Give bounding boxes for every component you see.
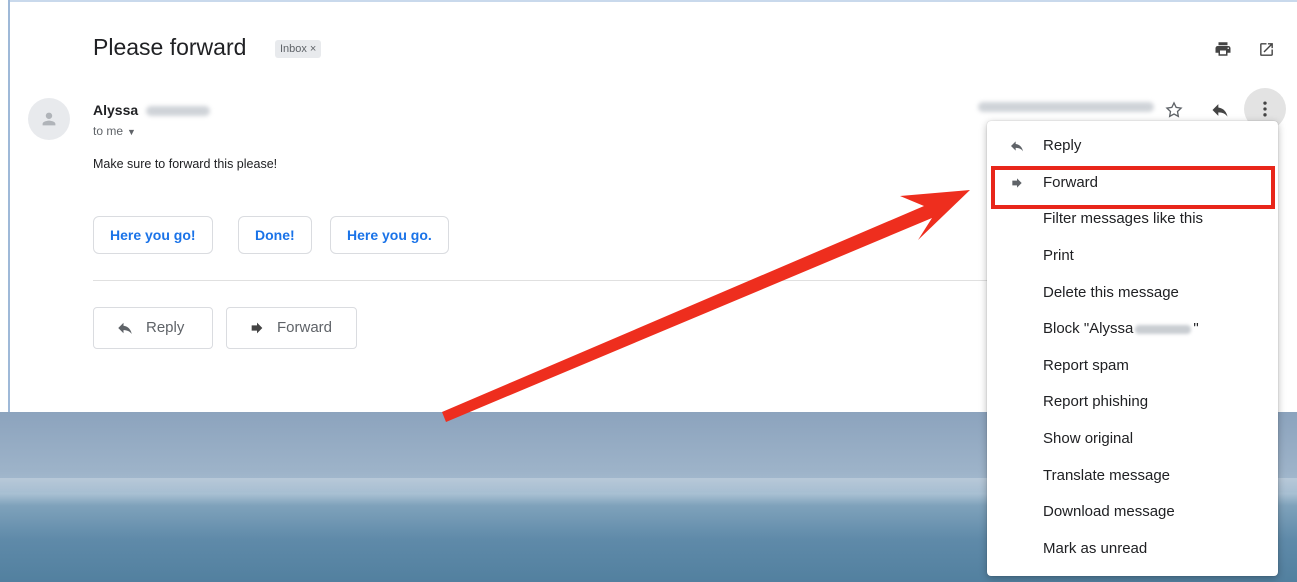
email-view: Please forward Inbox × Alyssa to me ▼ Make…: [0, 0, 1297, 582]
annotation-arrow: [442, 190, 970, 422]
